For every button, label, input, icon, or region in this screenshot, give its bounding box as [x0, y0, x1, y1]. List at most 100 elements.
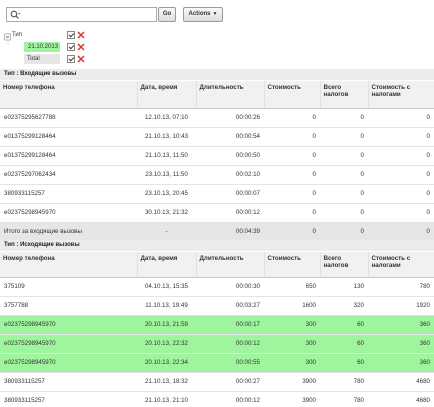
toolbar: Go Actions ▼ — [0, 0, 434, 28]
table-header-row: Номер телефона Дата, время Длительность … — [0, 81, 434, 109]
tax-cell: 0 — [320, 146, 368, 166]
datetime-cell: 20.10.13, 22:32 — [137, 334, 196, 354]
column-header[interactable]: Всего налогов — [320, 252, 369, 278]
total-cost-cell: 0 — [368, 222, 434, 242]
duration-cell: 00:00:17 — [196, 315, 264, 335]
table-total-row: Итого за входящие вызовы - 00:04:39 0 0 … — [0, 222, 434, 242]
phone-cell: 380933115257 — [0, 184, 137, 204]
duration-cell: 00:00:50 — [196, 146, 264, 166]
go-button[interactable]: Go — [158, 7, 176, 22]
filter-tree: Тип 21.10.2013 Total — [0, 28, 120, 68]
cost-cell: 300 — [264, 353, 320, 373]
incoming-table: Номер телефона Дата, время Длительность … — [0, 81, 434, 242]
tax-cell: 130 — [320, 277, 368, 297]
cost-cell: 3900 — [264, 391, 320, 407]
tax-cell: 780 — [320, 391, 368, 407]
duration-cell: 00:00:54 — [196, 127, 264, 147]
search-box[interactable] — [6, 7, 157, 22]
total-cost-cell: 0 — [368, 165, 434, 185]
total-cost-cell: 360 — [368, 315, 434, 335]
phone-cell: e02375298945970 — [0, 315, 137, 335]
filter-item-date-label: 21.10.2013 — [28, 44, 59, 50]
filter-item-date-delete-icon[interactable] — [77, 43, 85, 51]
filter-item-total-label: Total — [27, 56, 40, 62]
filter-item-total-checkbox[interactable] — [67, 55, 75, 63]
datetime-cell: - — [137, 222, 196, 242]
duration-cell: 00:00:27 — [196, 372, 264, 392]
search-icon — [10, 10, 21, 19]
phone-cell: e01375299128464 — [0, 127, 137, 147]
total-cost-cell: 0 — [368, 146, 434, 166]
filter-root-delete-icon[interactable] — [77, 31, 85, 39]
cost-cell: 3900 — [264, 372, 320, 392]
total-cost-cell: 360 — [368, 334, 434, 354]
tax-cell: 0 — [320, 203, 368, 223]
tax-cell: 60 — [320, 353, 368, 373]
table-header-row: Номер телефона Дата, время Длительность … — [0, 252, 434, 278]
column-header[interactable]: Всего налогов — [320, 81, 369, 109]
phone-cell: 3757788 — [0, 296, 137, 316]
tax-cell: 60 — [320, 315, 368, 335]
datetime-cell: 30.10.13, 21:32 — [137, 203, 196, 223]
phone-cell: 375109 — [0, 277, 137, 297]
filter-item-total[interactable]: Total — [24, 54, 60, 64]
column-header[interactable]: Номер телефона — [0, 81, 138, 109]
datetime-cell: 23.10.13, 20:45 — [137, 184, 196, 204]
filter-item-total-delete-icon[interactable] — [77, 55, 85, 63]
tree-collapse-icon[interactable] — [4, 33, 12, 45]
phone-cell: e01375299128464 — [0, 146, 137, 166]
cost-cell: 1600 — [264, 296, 320, 316]
search-input[interactable] — [25, 9, 153, 20]
datetime-cell: 20.10.13, 21:59 — [137, 315, 196, 335]
tax-cell: 0 — [320, 184, 368, 204]
cost-cell: 0 — [264, 203, 320, 223]
phone-cell: 380933115257 — [0, 372, 137, 392]
tax-cell: 780 — [320, 372, 368, 392]
filter-item-date-checkbox[interactable] — [67, 43, 75, 51]
datetime-cell: 21.10.13, 18:32 — [137, 372, 196, 392]
column-header[interactable]: Длительность — [196, 81, 265, 109]
column-header[interactable]: Дата, время — [137, 81, 197, 109]
datetime-cell: 12.10.13, 07:10 — [137, 108, 196, 128]
duration-cell: 00:00:12 — [196, 334, 264, 354]
phone-cell: e02375298945970 — [0, 203, 137, 223]
column-header[interactable]: Стоимость с налогами — [368, 252, 434, 278]
duration-cell: 00:02:10 — [196, 165, 264, 185]
datetime-cell: 21.10.13, 11:50 — [137, 146, 196, 166]
column-header[interactable]: Стоимость — [264, 252, 321, 278]
column-header[interactable]: Стоимость с налогами — [368, 81, 434, 109]
datetime-cell: 11.10.13, 19:49 — [137, 296, 196, 316]
datetime-cell: 21.10.13, 21:10 — [137, 391, 196, 407]
column-header[interactable]: Номер телефона — [0, 252, 138, 278]
total-cost-cell: 780 — [368, 277, 434, 297]
duration-cell: 00:00:07 — [196, 184, 264, 204]
phone-cell: e02375298945970 — [0, 353, 137, 373]
total-cost-cell: 0 — [368, 108, 434, 128]
filter-item-date[interactable]: 21.10.2013 — [24, 42, 60, 52]
table-row: e02375295627788 12.10.13, 07:10 00:00:26… — [0, 108, 434, 128]
column-header[interactable]: Стоимость — [264, 81, 321, 109]
datetime-cell: 20.10.13, 22:34 — [137, 353, 196, 373]
cost-cell: 300 — [264, 334, 320, 354]
table-row-highlighted: e02375298945970 20.10.13, 21:59 00:00:17… — [0, 315, 434, 335]
incoming-section-title: Тип : Входящие вызовы — [0, 69, 434, 80]
cost-cell: 300 — [264, 315, 320, 335]
table-row: e01375299128464 21.10.13, 10:43 00:00:54… — [0, 127, 434, 147]
outgoing-section-title: Тип : Исходящие вызовы — [0, 240, 434, 251]
cost-cell: 0 — [264, 108, 320, 128]
total-cost-cell: 0 — [368, 203, 434, 223]
column-header[interactable]: Дата, время — [137, 252, 197, 278]
cost-cell: 650 — [264, 277, 320, 297]
duration-cell: 00:04:39 — [196, 222, 264, 242]
table-row: 3757788 11.10.13, 19:49 00:03:27 1600 32… — [0, 296, 434, 316]
filter-root: Тип — [12, 30, 72, 40]
table-row: e01375299128464 21.10.13, 11:50 00:00:50… — [0, 146, 434, 166]
tax-cell: 320 — [320, 296, 368, 316]
tax-cell: 0 — [320, 165, 368, 185]
filter-root-checkbox[interactable] — [67, 31, 75, 39]
total-cost-cell: 4680 — [368, 372, 434, 392]
table-row: 380933115257 21.10.13, 18:32 00:00:27 39… — [0, 372, 434, 392]
actions-button[interactable]: Actions ▼ — [183, 7, 223, 22]
column-header[interactable]: Длительность — [196, 252, 265, 278]
actions-label: Actions — [188, 11, 211, 17]
